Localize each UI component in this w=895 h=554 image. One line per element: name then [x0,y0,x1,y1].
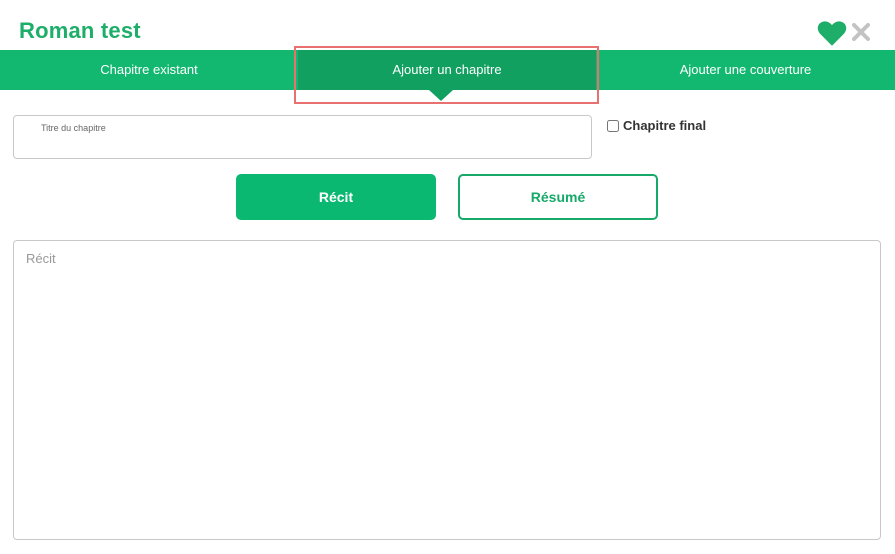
chapter-title-label: Titre du chapitre [41,123,106,133]
chapter-title-field[interactable]: Titre du chapitre [13,115,592,159]
recit-button[interactable]: Récit [236,174,436,220]
active-tab-indicator [429,90,453,101]
chapter-title-input[interactable] [41,136,581,154]
close-icon[interactable] [852,23,870,41]
heart-icon[interactable] [817,20,847,47]
tab-ajouter-couverture[interactable]: Ajouter une couverture [596,50,895,90]
final-chapter-option[interactable]: Chapitre final [607,118,706,133]
tab-bar: Chapitre existant Ajouter un chapitre Aj… [0,50,895,90]
page-title: Roman test [19,18,141,43]
final-chapter-checkbox[interactable] [607,119,619,132]
story-textarea[interactable] [13,240,881,540]
tab-ajouter-chapitre[interactable]: Ajouter un chapitre [298,50,596,90]
resume-button[interactable]: Résumé [458,174,658,220]
final-chapter-label: Chapitre final [623,118,707,133]
tab-chapitre-existant[interactable]: Chapitre existant [0,50,298,90]
